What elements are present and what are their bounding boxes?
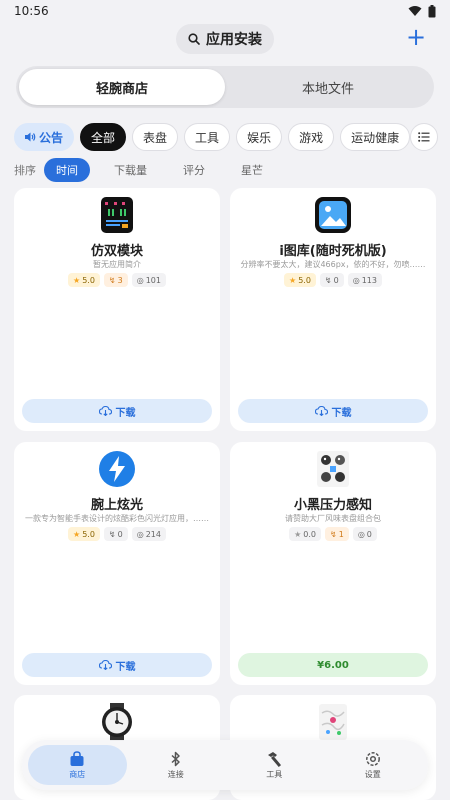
lightning-icon bbox=[98, 450, 136, 488]
notice-label: 公告 bbox=[39, 130, 64, 145]
chip-sports-health[interactable]: 运动健康 bbox=[340, 123, 411, 151]
favorites-badge: ↯ 1 bbox=[325, 527, 349, 541]
list-icon bbox=[418, 132, 430, 142]
chip-all[interactable]: 全部 bbox=[80, 123, 127, 151]
download-count-icon: ◎ bbox=[352, 275, 360, 285]
rating-badge: ★ 5.0 bbox=[284, 273, 316, 287]
app-name: 小黑压力感知 bbox=[293, 498, 372, 513]
category-menu-button[interactable] bbox=[410, 123, 438, 151]
status-bar: 10:56 bbox=[0, 0, 450, 22]
downloads-badge: ◎ 113 bbox=[347, 273, 382, 287]
app-stats: ★ 5.0 ↯ 0 ◎ 113 bbox=[230, 273, 436, 287]
favorites-badge: ↯ 0 bbox=[319, 273, 344, 287]
sort-label: 排序 bbox=[14, 164, 36, 177]
star-icon: ★ bbox=[289, 275, 297, 285]
sort-downloads[interactable]: 下载量 bbox=[102, 158, 159, 182]
app-stats: ★ 0.0 ↯ 1 ◎ 0 bbox=[230, 527, 436, 541]
category-chips: 公告 全部 表盘 工具 娱乐 游戏 运动健康 bbox=[14, 123, 444, 151]
app-card[interactable]: i图库(随时死机版) 分辨率不要太大，建议466px，依的不好，勿喷…… ★ 5.… bbox=[230, 188, 436, 431]
map-sticker-icon bbox=[314, 703, 352, 741]
cloud-download-icon bbox=[98, 660, 112, 670]
sort-row: 排序 时间 下载量 评分 星芒 bbox=[14, 158, 287, 182]
image-gallery-icon bbox=[314, 196, 352, 234]
thumbs-icon: ↯ bbox=[108, 529, 116, 539]
app-card[interactable]: 小黑压力感知 请赞助大厂风味表盘组合包 ★ 0.0 ↯ 1 ◎ 0 ¥6.00 bbox=[230, 442, 436, 685]
wifi-icon bbox=[408, 6, 422, 16]
app-description: 请赞助大厂风味表盘组合包 bbox=[285, 514, 381, 523]
star-icon: ★ bbox=[73, 275, 81, 285]
downloads-badge: ◎ 101 bbox=[131, 273, 166, 287]
app-stats: ★ 5.0 ↯ 0 ◎ 214 bbox=[14, 527, 220, 541]
status-time: 10:56 bbox=[14, 4, 49, 18]
round-watch-icon bbox=[98, 703, 136, 741]
tab-settings[interactable]: 设置 bbox=[324, 745, 423, 785]
app-description: 暂无应用简介 bbox=[93, 260, 141, 269]
thumbs-icon: ↯ bbox=[330, 529, 337, 539]
source-segmented-control: 轻腕商店 本地文件 bbox=[16, 66, 434, 108]
segment-store[interactable]: 轻腕商店 bbox=[19, 69, 225, 105]
tab-connect[interactable]: 连接 bbox=[127, 745, 226, 785]
buy-button[interactable]: ¥6.00 bbox=[238, 653, 428, 677]
rating-badge: ★ 5.0 bbox=[68, 273, 100, 287]
chip-games[interactable]: 游戏 bbox=[288, 123, 335, 151]
star-icon: ★ bbox=[73, 529, 81, 539]
sort-time[interactable]: 时间 bbox=[44, 158, 90, 182]
tab-tools[interactable]: 工具 bbox=[225, 745, 324, 785]
sort-rating[interactable]: 评分 bbox=[171, 158, 217, 182]
settings-icon bbox=[365, 751, 380, 766]
download-count-icon: ◎ bbox=[357, 529, 365, 539]
shopping-bag-icon bbox=[70, 750, 84, 766]
app-description: 分辨率不要太大，建议466px，依的不好，勿喷…… bbox=[240, 260, 426, 269]
download-count-icon: ◎ bbox=[136, 529, 144, 539]
favorites-badge: ↯ 3 bbox=[103, 273, 128, 287]
app-name: 仿双模块 bbox=[90, 244, 143, 259]
star-icon: ★ bbox=[294, 529, 302, 539]
cloud-download-icon bbox=[98, 406, 112, 416]
chip-entertainment[interactable]: 娱乐 bbox=[236, 123, 283, 151]
segment-local-files[interactable]: 本地文件 bbox=[225, 69, 431, 105]
rating-badge: ★ 5.0 bbox=[68, 527, 100, 541]
downloads-badge: ◎ 0 bbox=[352, 527, 377, 541]
cloud-download-icon bbox=[314, 406, 328, 416]
app-name: 腕上炫光 bbox=[90, 498, 143, 513]
thumbs-icon: ↯ bbox=[324, 275, 332, 285]
app-card[interactable]: 腕上炫光 一款专为智能手表设计的炫酷彩色闪光灯应用，…… ★ 5.0 ↯ 0 ◎ 21… bbox=[14, 442, 220, 685]
add-button[interactable]: + bbox=[404, 25, 428, 50]
app-card[interactable]: 仿双模块 暂无应用简介 ★ 5.0 ↯ 3 ◎ 101 下载 bbox=[14, 188, 220, 431]
downloads-badge: ◎ 214 bbox=[131, 527, 166, 541]
chip-watchface[interactable]: 表盘 bbox=[132, 123, 179, 151]
watch-face-icon bbox=[98, 196, 136, 234]
favorites-badge: ↯ 0 bbox=[103, 527, 128, 541]
app-name: i图库(随时死机版) bbox=[279, 244, 387, 259]
bottom-tab-bar: 商店 连接 工具 设置 bbox=[22, 740, 428, 790]
download-count-icon: ◎ bbox=[136, 275, 144, 285]
app-stats: ★ 5.0 ↯ 3 ◎ 101 bbox=[14, 273, 220, 287]
bluetooth-icon bbox=[171, 751, 180, 766]
search-icon bbox=[188, 33, 200, 45]
rating-badge: ★ 0.0 bbox=[289, 527, 322, 541]
chip-tools[interactable]: 工具 bbox=[184, 123, 231, 151]
battery-icon bbox=[428, 4, 436, 17]
download-button[interactable]: 下载 bbox=[238, 399, 428, 423]
sticker-pack-icon bbox=[314, 450, 352, 488]
notice-chip[interactable]: 公告 bbox=[14, 123, 75, 151]
hammer-icon bbox=[268, 751, 282, 767]
thumbs-icon: ↯ bbox=[108, 275, 116, 285]
speaker-icon bbox=[25, 132, 36, 142]
top-bar: 应用安装 + bbox=[0, 24, 450, 54]
sort-stars[interactable]: 星芒 bbox=[229, 158, 275, 182]
download-button[interactable]: 下载 bbox=[22, 653, 212, 677]
download-button[interactable]: 下载 bbox=[22, 399, 212, 423]
page-title: 应用安装 bbox=[206, 32, 262, 48]
search-title-pill[interactable]: 应用安装 bbox=[176, 24, 274, 54]
app-description: 一款专为智能手表设计的炫酷彩色闪光灯应用，…… bbox=[25, 514, 209, 523]
tab-store[interactable]: 商店 bbox=[28, 745, 127, 785]
